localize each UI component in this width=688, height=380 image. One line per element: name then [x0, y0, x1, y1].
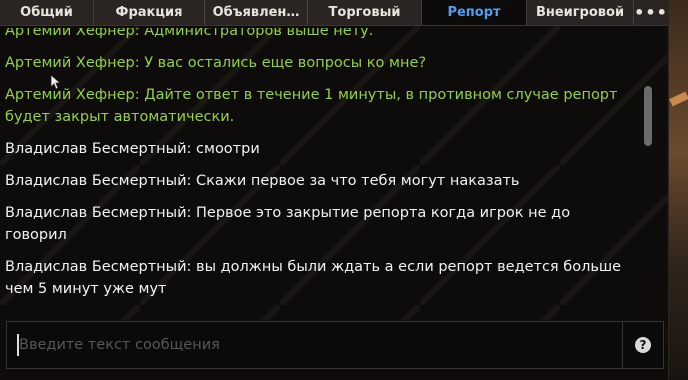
- message-player: Владислав Бесмертный: Первое это закрыти…: [5, 205, 571, 243]
- message-player: Владислав Бесмертный: смоотри: [5, 141, 260, 157]
- help-button[interactable]: ?: [623, 322, 663, 368]
- question-circle-icon: ?: [635, 337, 651, 353]
- game-screen: Общий Фракция Объявлен… Торговый Репорт …: [0, 0, 688, 380]
- message-input-row: ?: [6, 321, 664, 369]
- message-admin: Артемий Хефнер: У вас остались еще вопро…: [5, 55, 427, 71]
- tab-ooc[interactable]: Внеигровой: [527, 0, 634, 25]
- background-beam: [669, 91, 688, 107]
- tab-general[interactable]: Общий: [0, 0, 94, 25]
- tab-ads[interactable]: Объявлен…: [205, 0, 308, 25]
- text-caret: [17, 334, 19, 356]
- mouse-pointer-icon: [50, 74, 62, 90]
- tab-faction[interactable]: Фракция: [94, 0, 205, 25]
- game-background: [666, 0, 688, 380]
- tab-report[interactable]: Репорт: [422, 0, 527, 25]
- message-player: Владислав Бесмертный: вы должны были жда…: [5, 259, 622, 297]
- message-list: Артемий Хефнер: Администраторов выше нет…: [5, 28, 635, 313]
- message-input[interactable]: [7, 322, 622, 368]
- message-admin: Артемий Хефнер: Дайте ответ в течение 1 …: [5, 87, 618, 125]
- chat-window: Общий Фракция Объявлен… Торговый Репорт …: [0, 0, 669, 380]
- chat-tabs: Общий Фракция Объявлен… Торговый Репорт …: [0, 0, 668, 26]
- tab-trade[interactable]: Торговый: [308, 0, 422, 25]
- more-tabs-icon[interactable]: •••: [634, 0, 668, 25]
- message-admin: Артемий Хефнер: Администраторов выше нет…: [5, 28, 374, 39]
- message-input-wrapper: [7, 322, 623, 368]
- chat-scrollbar[interactable]: [644, 86, 652, 146]
- message-player: Владислав Бесмертный: Скажи первое за чт…: [5, 173, 520, 189]
